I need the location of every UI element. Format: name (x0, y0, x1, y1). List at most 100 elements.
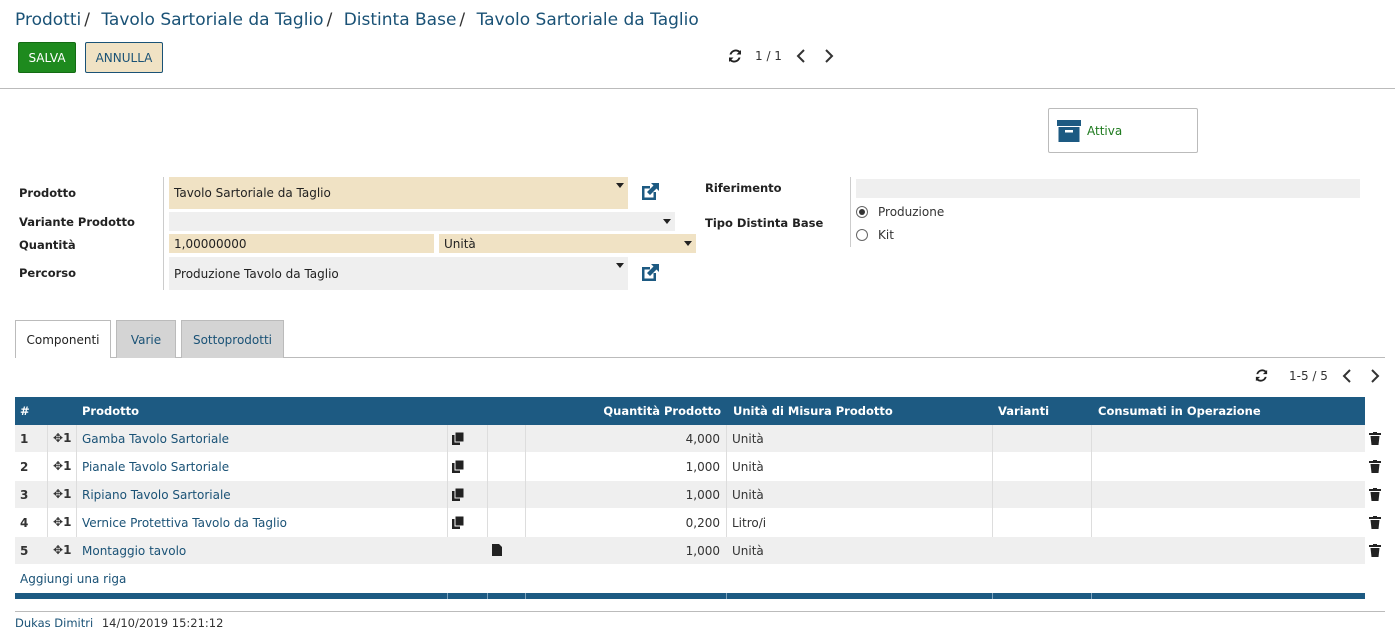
breadcrumb-bom[interactable]: Distinta Base (344, 10, 457, 30)
radio-empty-icon (856, 229, 868, 241)
radio-produzione[interactable]: Produzione (856, 205, 944, 219)
breadcrumb-separator: / (84, 10, 90, 30)
tab-varie[interactable]: Varie (116, 320, 176, 358)
footer-divider (15, 611, 1385, 612)
radio-selected-icon (856, 206, 868, 218)
quantita-label: Quantità (19, 238, 76, 252)
active-label: Attiva (1087, 123, 1123, 138)
row-number: 4 (20, 516, 29, 530)
row-quantity: 4,000 (685, 432, 720, 446)
trash-icon[interactable] (1369, 544, 1381, 557)
quantita-input[interactable]: 1,00000000 (169, 234, 434, 253)
trash-icon[interactable] (1369, 460, 1381, 473)
prodotto-select[interactable]: Tavolo Sartoriale da Taglio (169, 177, 628, 209)
variante-label: Variante Prodotto (19, 215, 135, 229)
caret-down-icon (663, 219, 671, 224)
add-row: Aggiungi una riga (15, 565, 1365, 593)
copy-icon[interactable] (452, 488, 464, 501)
table-row[interactable]: 4 ✥1 Vernice Protettiva Tavolo da Taglio… (15, 509, 1381, 537)
chevron-left-icon[interactable] (796, 49, 806, 63)
prodotto-value: Tavolo Sartoriale da Taglio (174, 186, 331, 200)
percorso-value: Produzione Tavolo da Taglio (174, 266, 339, 281)
tipo-label: Tipo Distinta Base (705, 216, 824, 230)
col-consumati[interactable]: Consumati in Operazione (1098, 404, 1261, 418)
breadcrumb: Prodotti / Tavolo Sartoriale da Taglio / D… (15, 10, 699, 30)
label-separator (163, 177, 164, 290)
riferimento-input[interactable] (856, 179, 1360, 198)
refresh-icon[interactable] (727, 48, 743, 64)
label-separator (850, 177, 851, 247)
radio-kit[interactable]: Kit (856, 228, 894, 242)
row-product-link[interactable]: Ripiano Tavolo Sartoriale (82, 488, 231, 502)
row-uom: Unità (732, 432, 764, 446)
chevron-left-icon[interactable] (1342, 368, 1352, 383)
row-product-link[interactable]: Gamba Tavolo Sartoriale (82, 432, 229, 446)
grid-counter: 1-5 / 5 (1289, 368, 1328, 383)
row-quantity: 0,200 (685, 516, 720, 530)
breadcrumb-current: Tavolo Sartoriale da Taglio (476, 10, 699, 30)
drag-handle[interactable]: ✥1 (53, 459, 71, 473)
trash-icon[interactable] (1369, 432, 1381, 445)
col-num[interactable]: # (20, 404, 30, 418)
copy-icon[interactable] (452, 432, 464, 445)
components-table: # Prodotto Quantità Prodotto Unità di Mi… (15, 397, 1381, 599)
grid-pager: 1-5 / 5 (1254, 368, 1380, 383)
radio-kit-label: Kit (878, 228, 894, 242)
save-button[interactable]: SALVA (18, 42, 76, 73)
quantita-value: 1,00000000 (174, 236, 247, 251)
caret-down-icon (616, 183, 624, 188)
row-product-link[interactable]: Montaggio tavolo (82, 544, 186, 558)
record-counter: 1 / 1 (755, 49, 782, 63)
row-number: 2 (20, 460, 29, 474)
record-pager: 1 / 1 (727, 48, 834, 64)
radio-produzione-label: Produzione (878, 205, 945, 219)
chevron-right-icon[interactable] (1370, 368, 1380, 383)
tab-sottoprodotti[interactable]: Sottoprodotti (181, 320, 284, 358)
tab-componenti[interactable]: Componenti (15, 320, 111, 358)
percorso-select[interactable]: Produzione Tavolo da Taglio (169, 257, 628, 290)
cancel-button[interactable]: ANNULLA (85, 42, 163, 73)
breadcrumb-separator: / (326, 10, 333, 30)
row-product-link[interactable]: Vernice Protettiva Tavolo da Taglio (82, 516, 287, 530)
riferimento-label: Riferimento (705, 181, 782, 195)
caret-down-icon (616, 263, 624, 268)
row-number: 1 (20, 432, 29, 446)
refresh-icon[interactable] (1254, 368, 1269, 383)
chevron-right-icon[interactable] (824, 49, 834, 63)
breadcrumb-product[interactable]: Tavolo Sartoriale da Taglio (101, 10, 323, 30)
external-link-icon[interactable] (639, 181, 661, 203)
variante-select[interactable] (169, 212, 675, 231)
col-quantita[interactable]: Quantità Prodotto (603, 404, 721, 418)
table-header: # Prodotto Quantità Prodotto Unità di Mi… (15, 397, 1365, 425)
drag-handle[interactable]: ✥1 (53, 487, 71, 501)
caret-down-icon (684, 241, 692, 246)
copy-icon[interactable] (452, 460, 464, 473)
row-quantity: 1,000 (685, 460, 720, 474)
table-row[interactable]: 1 ✥1 Gamba Tavolo Sartoriale 4,000 Unità (15, 425, 1381, 453)
table-row[interactable]: 2 ✥1 Pianale Tavolo Sartoriale 1,000 Uni… (15, 453, 1381, 481)
drag-handle[interactable]: ✥1 (53, 431, 71, 445)
table-row[interactable]: 5 ✥1 Montaggio tavolo 1,000 Unità (15, 537, 1381, 565)
row-product-link[interactable]: Pianale Tavolo Sartoriale (82, 460, 229, 474)
row-uom: Litro/i (732, 516, 767, 530)
trash-icon[interactable] (1369, 488, 1381, 501)
breadcrumb-prodotti[interactable]: Prodotti (15, 10, 81, 30)
col-varianti[interactable]: Varianti (998, 404, 1049, 418)
copy-icon[interactable] (452, 516, 464, 529)
add-row-link[interactable]: Aggiungi una riga (20, 572, 126, 586)
col-prodotto[interactable]: Prodotto (82, 404, 139, 418)
drag-handle[interactable]: ✥1 (53, 515, 71, 529)
file-icon[interactable] (492, 544, 502, 556)
uom-select[interactable]: Unità (439, 234, 696, 253)
col-uom[interactable]: Unità di Misura Prodotto (733, 404, 893, 418)
active-toggle-button[interactable]: Attiva (1048, 108, 1198, 153)
external-link-icon[interactable] (639, 262, 661, 284)
footer-user[interactable]: Dukas Dimitri (15, 616, 93, 630)
table-row[interactable]: 3 ✥1 Ripiano Tavolo Sartoriale 1,000 Uni… (15, 481, 1381, 509)
row-uom: Unità (732, 544, 764, 558)
row-uom: Unità (732, 488, 764, 502)
breadcrumb-separator: / (459, 10, 466, 30)
percorso-label: Percorso (19, 266, 77, 280)
drag-handle[interactable]: ✥1 (53, 543, 71, 557)
trash-icon[interactable] (1369, 516, 1381, 529)
